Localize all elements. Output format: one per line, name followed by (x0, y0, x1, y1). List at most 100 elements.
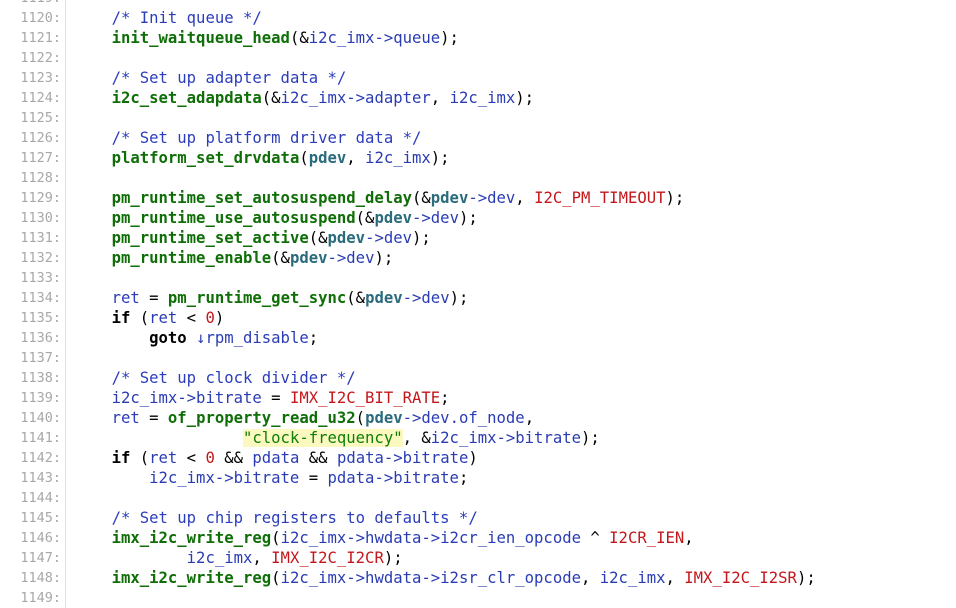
code-line: 1123: /* Set up adapter data */ (0, 68, 956, 88)
line-number: 1126: (0, 128, 66, 148)
punctuation: ^ (581, 529, 610, 547)
code-line: 1138: /* Set up clock divider */ (0, 368, 956, 388)
code-comment: /* Set up platform driver data */ (111, 129, 422, 147)
code-line: 1121: init_waitqueue_head(&i2c_imx->queu… (0, 28, 956, 48)
function-name: platform_set_drvdata (111, 149, 300, 167)
code-text: pm_runtime_enable(&pdev->dev); (74, 248, 394, 268)
code-line: 1139: i2c_imx->bitrate = IMX_I2C_BIT_RAT… (0, 388, 956, 408)
punctuation: < (177, 449, 206, 467)
punctuation: ); (440, 29, 459, 47)
code-text: imx_i2c_write_reg(i2c_imx->hwdata->i2sr_… (74, 568, 816, 588)
function-name: imx_i2c_write_reg (111, 529, 272, 547)
punctuation: (& (308, 229, 328, 247)
identifier: pdata->bitrate (327, 469, 459, 487)
code-line: 1148: imx_i2c_write_reg(i2c_imx->hwdata-… (0, 568, 956, 588)
parameter: pdev (289, 249, 328, 267)
line-number: 1135: (0, 308, 66, 328)
code-line: 1127: platform_set_drvdata(pdev, i2c_imx… (0, 148, 956, 168)
macro-constant: IMX_I2C_I2SR (684, 569, 797, 587)
code-text: if (ret < 0 && pdata && pdata->bitrate) (74, 448, 478, 468)
punctuation: ( (299, 149, 309, 167)
line-number: 1141: (0, 428, 66, 448)
line-number: 1147: (0, 548, 66, 568)
macro-constant: 0 (205, 449, 215, 467)
code-text: pm_runtime_use_autosuspend(&pdev->dev); (74, 208, 478, 228)
parameter: pdev (374, 209, 413, 227)
function-name: init_waitqueue_head (111, 29, 290, 47)
line-number: 1125: (0, 108, 66, 128)
punctuation: = (139, 409, 168, 427)
punctuation: ); (458, 209, 478, 227)
identifier: ret (111, 289, 140, 307)
keyword: if (111, 309, 131, 327)
identifier: i2c_imx->queue (308, 29, 441, 47)
identifier: i2c_imx->bitrate (149, 469, 300, 487)
macro-constant: IMX_I2C_BIT_RATE (289, 389, 441, 407)
line-number: 1148: (0, 568, 66, 588)
code-text: imx_i2c_write_reg(i2c_imx->hwdata->i2cr_… (74, 528, 694, 548)
code-text: i2c_imx, IMX_I2C_I2CR); (74, 548, 403, 568)
punctuation: ; (458, 469, 469, 487)
code-text: if (ret < 0) (74, 308, 225, 328)
line-number: 1131: (0, 228, 66, 248)
identifier: i2c_imx (449, 89, 516, 107)
parameter: pdev (327, 229, 366, 247)
identifier: ->dev.of_node (402, 409, 525, 427)
line-number: 1145: (0, 508, 66, 528)
parameter: pdev (430, 189, 469, 207)
code-line: 1142: if (ret < 0 && pdata && pdata->bit… (0, 448, 956, 468)
line-number: 1140: (0, 408, 66, 428)
punctuation: ); (665, 189, 685, 207)
line-number: 1134: (0, 288, 66, 308)
punctuation: ( (271, 529, 281, 547)
code-line: 1130: pm_runtime_use_autosuspend(&pdev->… (0, 208, 956, 228)
line-number: 1130: (0, 208, 66, 228)
punctuation: , (581, 569, 600, 587)
punctuation (187, 329, 196, 347)
line-number: 1122: (0, 48, 66, 68)
punctuation: = (299, 469, 328, 487)
code-line: 1141: "clock-frequency", &i2c_imx->bitra… (0, 428, 956, 448)
code-text: goto ↓rpm_disable; (74, 328, 318, 348)
punctuation: = (139, 289, 168, 307)
identifier: i2c_imx->bitrate (430, 429, 581, 447)
function-name: pm_runtime_get_sync (167, 289, 347, 307)
punctuation: (& (346, 289, 366, 307)
line-number: 1144: (0, 488, 66, 508)
punctuation: ( (130, 449, 150, 467)
code-line: 1131: pm_runtime_set_active(&pdev->dev); (0, 228, 956, 248)
punctuation: , (346, 149, 366, 167)
code-text: /* Set up adapter data */ (74, 68, 347, 88)
code-line: 1133: (0, 268, 956, 288)
code-line: 1125: (0, 108, 956, 128)
punctuation: (& (412, 189, 431, 207)
identifier: i2c_imx->hwdata->i2cr_ien_opcode (280, 529, 581, 547)
line-number: 1128: (0, 168, 66, 188)
code-line: 1136: goto ↓rpm_disable; (0, 328, 956, 348)
code-line: 1140: ret = of_property_read_u32(pdev->d… (0, 408, 956, 428)
line-number: 1149: (0, 588, 66, 608)
identifier: ->dev (468, 189, 516, 207)
code-line: 1137: (0, 348, 956, 368)
identifier: pdata (252, 449, 300, 467)
code-text: /* Init queue */ (74, 8, 262, 28)
identifier: i2c_imx->bitrate (111, 389, 262, 407)
code-text: ret = of_property_read_u32(pdev->dev.of_… (74, 408, 535, 428)
punctuation: , & (402, 429, 431, 447)
punctuation: , (430, 89, 450, 107)
code-comment: /* Set up adapter data */ (111, 69, 347, 87)
code-line: 1143: i2c_imx->bitrate = pdata->bitrate; (0, 468, 956, 488)
identifier: i2c_imx (365, 149, 431, 167)
line-number: 1121: (0, 28, 66, 48)
